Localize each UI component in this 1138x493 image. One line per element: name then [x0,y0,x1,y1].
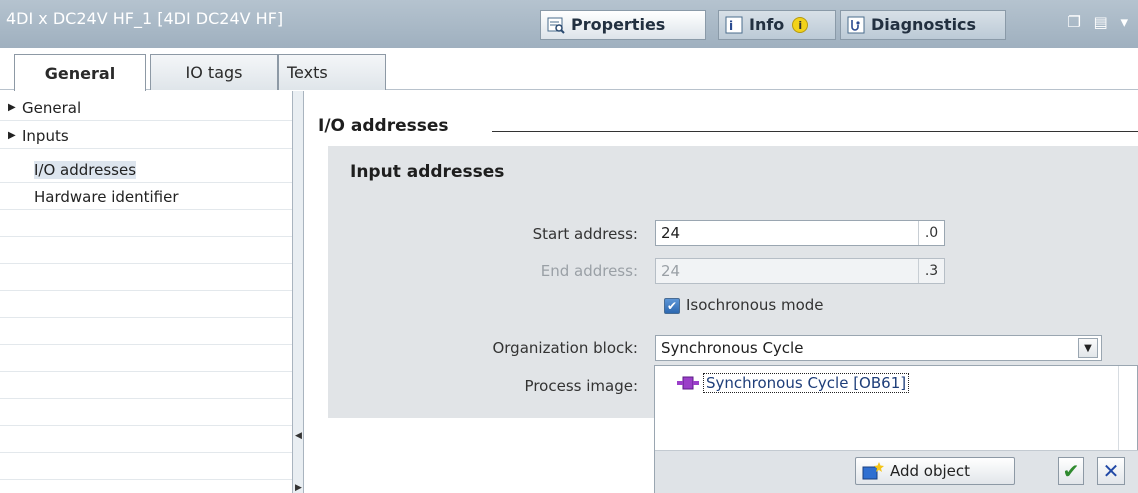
group-title: Input addresses [350,162,505,182]
chevron-down-icon[interactable]: ▼ [1078,338,1098,358]
tab-diagnostics[interactable]: Diagnostics [840,10,1006,40]
nav-item-hardware-identifier[interactable]: Hardware identifier [0,184,292,210]
tab-info-label: Info [749,14,785,34]
tab-info[interactable]: i Info i [718,10,836,40]
navigation-tree: ▶ General ▶ Inputs I/O addresses Hardwar… [0,91,292,493]
nav-empty-row [0,211,292,237]
nav-item-label: General [22,98,82,117]
start-address-bit: .0 [918,221,944,245]
expand-arrow-icon[interactable]: ▶ [8,102,22,113]
start-address-input[interactable]: 24 .0 [655,220,945,246]
nav-empty-row [0,400,292,426]
nav-item-general[interactable]: ▶ General [0,95,292,121]
nav-empty-row [0,373,292,399]
nav-item-inputs[interactable]: ▶ Inputs [0,123,292,149]
isochronous-mode-label: Isochronous mode [686,296,824,314]
subtab-texts[interactable]: Texts [278,54,386,90]
window-title: 4DI x DC24V HF_1 [4DI DC24V HF] [6,9,284,28]
nav-item-label: Inputs [22,126,69,145]
nav-empty-row [0,319,292,345]
panel-splitter[interactable]: ◀ ▶ [292,91,304,493]
nav-empty-row [0,238,292,264]
end-address-label: End address: [540,262,638,280]
nav-empty-row [0,265,292,291]
svg-text:i: i [729,19,733,33]
cancel-x-icon[interactable]: ✕ [1097,457,1125,485]
organization-block-select[interactable]: Synchronous Cycle [655,335,1102,361]
subtab-bar: General IO tags Texts [0,48,1138,91]
section-divider [492,131,1138,132]
info-icon: i [725,16,743,34]
confirm-checkmark-icon[interactable]: ✔ [1058,457,1084,485]
collapse-right-arrow-icon[interactable]: ▶ [295,483,302,493]
tab-diagnostics-label: Diagnostics [871,14,977,34]
expand-arrow-icon[interactable]: ▶ [8,130,22,141]
isochronous-mode-checkbox[interactable]: ✔ [664,298,680,314]
collapse-left-arrow-icon[interactable]: ◀ [295,431,302,441]
subtab-general[interactable]: General [14,54,146,91]
list-divider [1118,366,1119,450]
list-item-label: Synchronous Cycle [OB61] [703,373,910,393]
organization-block-value: Synchronous Cycle [661,339,804,357]
end-address-bit: .3 [918,259,944,283]
nav-empty-row [0,427,292,453]
organization-block-icon [677,376,699,390]
nav-empty-row [0,292,292,318]
info-warning-icon: i [792,17,809,33]
nav-item-label: I/O addresses [34,160,137,179]
nav-empty-row [0,346,292,372]
organization-block-label: Organization block: [492,339,638,357]
nav-item-label: Hardware identifier [34,187,179,206]
start-address-value: 24 [661,224,681,242]
properties-titlebar: 4DI x DC24V HF_1 [4DI DC24V HF] Properti… [0,0,1138,48]
end-address-input: 24 .3 [655,258,945,284]
tab-properties-label: Properties [571,14,666,34]
add-object-button[interactable]: Add object [855,457,1015,485]
window-controls-icon[interactable]: ❐ ▤ ▾ [1067,13,1132,31]
list-item-ob61[interactable]: Synchronous Cycle [OB61] [677,372,910,394]
process-image-label: Process image: [524,377,638,395]
section-title: I/O addresses [318,116,449,136]
end-address-value: 24 [661,262,681,280]
diagnostics-icon [847,16,865,34]
start-address-label: Start address: [532,225,638,243]
subtab-io-tags[interactable]: IO tags [150,54,278,90]
tab-properties[interactable]: Properties [540,10,706,40]
properties-icon [547,16,565,34]
nav-empty-row [0,454,292,480]
add-object-label: Add object [890,462,971,480]
add-object-icon [862,462,884,480]
nav-item-io-addresses[interactable]: I/O addresses [0,157,292,183]
